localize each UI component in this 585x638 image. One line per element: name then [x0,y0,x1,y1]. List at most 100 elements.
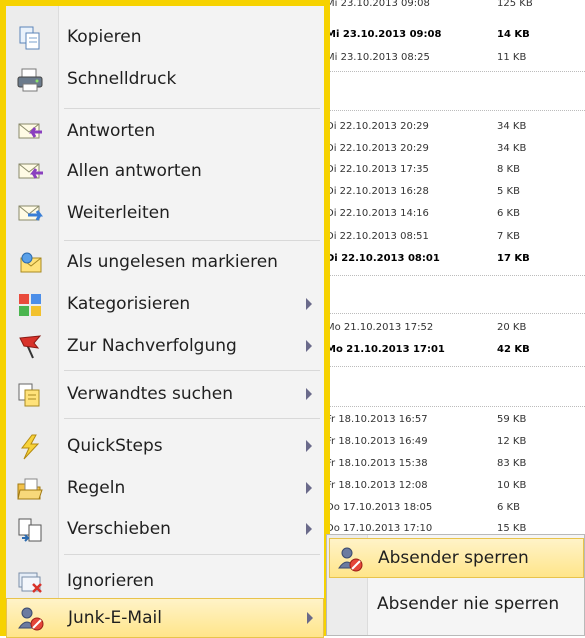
menu-separator [64,108,320,109]
menu-separator [64,418,320,419]
menu-item-als-ungelesen-markieren[interactable]: Als ungelesen markieren [6,243,324,283]
mail-size: 34 KB [497,143,527,154]
mail-row[interactable]: Fr 18.10.2013 16:57 59 KB [320,410,585,432]
mail-row[interactable]: Mo 21.10.2013 17:01 42 KB [320,340,585,362]
divider [320,110,585,111]
mail-row[interactable]: Mi 23.10.2013 08:25 11 KB [320,48,585,70]
mail-date: Di 22.10.2013 20:29 [326,143,429,154]
rules-icon [16,476,44,502]
menu-item-label: Junk-E-Mail [68,608,162,628]
divider [320,71,585,72]
menu-item-label: Allen antworten [67,161,202,181]
mail-row[interactable]: Di 22.10.2013 08:01 17 KB [320,249,585,271]
menu-item-label: Als ungelesen markieren [67,252,278,272]
menu-item-label: Antworten [67,121,156,141]
menu-item-label: Kopieren [67,27,142,47]
submenu-arrow-icon [306,523,312,535]
submenu-arrow-icon [306,388,312,400]
mail-row[interactable]: Fr 18.10.2013 15:38 83 KB [320,454,585,476]
mail-date: Fr 18.10.2013 12:08 [326,480,428,491]
menu-item-antworten[interactable]: Antworten [6,112,324,152]
menu-item-weiterleiten[interactable]: Weiterleiten [6,194,324,234]
printer-icon [16,67,44,93]
mail-date: Di 22.10.2013 08:51 [326,231,429,242]
mail-date: Mo 21.10.2013 17:52 [326,322,434,333]
mail-size: 12 KB [497,436,527,447]
mail-date: Fr 18.10.2013 15:38 [326,458,428,469]
mail-size: 17 KB [497,253,530,264]
submenu-item-absender-nie-sperren[interactable]: Absender nie sperren [329,585,584,625]
mail-size: 125 KB [497,0,533,9]
mail-date: Di 22.10.2013 16:28 [326,186,429,197]
mail-row[interactable]: Di 22.10.2013 20:29 34 KB [320,117,585,139]
mail-size: 20 KB [497,322,527,333]
menu-item-label: Verwandtes suchen [67,384,234,404]
menu-item-verwandtes-suchen[interactable]: Verwandtes suchen [6,375,324,415]
menu-item-verschieben[interactable]: Verschieben [6,510,324,550]
mail-date: Do 17.10.2013 18:05 [326,502,433,513]
find-related-icon [16,382,44,408]
menu-item-label: Regeln [67,478,126,498]
mail-row[interactable]: Do 17.10.2013 18:05 6 KB [320,498,585,520]
mail-size: 34 KB [497,121,527,132]
mail-row[interactable]: Di 22.10.2013 08:51 7 KB [320,227,585,249]
menu-item-label: Ignorieren [67,571,155,591]
mail-date: Fr 18.10.2013 16:57 [326,414,428,425]
menu-item-zur-nachverfolgung[interactable]: Zur Nachverfolgung [6,327,324,367]
mail-date: Di 22.10.2013 14:16 [326,208,429,219]
submenu-item-absender-sperren[interactable]: Absender sperren [329,538,584,578]
categorize-icon [16,292,44,318]
menu-item-label: Schnelldruck [67,69,177,89]
mail-date: Mi 23.10.2013 09:08 [326,0,430,9]
context-menu: Kopieren Schnelldruck Antworten Allen an… [0,0,330,638]
menu-item-kategorisieren[interactable]: Kategorisieren [6,285,324,325]
divider [320,406,585,407]
mail-size: 5 KB [497,186,520,197]
mail-size: 15 KB [497,523,527,534]
junk-mail-icon [17,606,45,632]
ignore-icon [16,569,44,595]
menu-item-label: Weiterleiten [67,203,170,223]
submenu-arrow-icon [306,340,312,352]
mail-date: Mo 21.10.2013 17:01 [326,344,445,355]
mail-row[interactable]: Di 22.10.2013 16:28 5 KB [320,182,585,204]
mail-size: 10 KB [497,480,527,491]
menu-item-ignorieren[interactable]: Ignorieren [6,562,324,602]
copy-icon [16,25,44,51]
menu-item-regeln[interactable]: Regeln [6,469,324,509]
forward-icon [16,201,44,227]
mail-row[interactable]: Fr 18.10.2013 16:49 12 KB [320,432,585,454]
menu-item-label: QuickSteps [67,436,163,456]
mail-size: 6 KB [497,208,520,219]
mail-row[interactable]: Di 22.10.2013 14:16 6 KB [320,204,585,226]
mark-unread-icon [16,250,44,276]
divider [320,366,585,367]
mail-size: 11 KB [497,52,527,63]
mail-date: Do 17.10.2013 17:10 [326,523,433,534]
menu-item-junk-e-mail[interactable]: Junk-E-Mail [6,598,324,638]
submenu-item-label: Absender sperren [378,548,529,568]
block-sender-icon [336,545,364,573]
submenu-arrow-icon [306,298,312,310]
menu-item-schnelldruck[interactable]: Schnelldruck [6,60,324,100]
mail-date: Fr 18.10.2013 16:49 [326,436,428,447]
submenu-arrow-icon [306,440,312,452]
mail-size: 6 KB [497,502,520,513]
reply-icon [16,119,44,145]
menu-separator [64,240,320,241]
menu-item-quicksteps[interactable]: QuickSteps [6,427,324,467]
mail-row[interactable]: Mi 23.10.2013 09:08 125 KB [320,0,585,22]
junk-mail-submenu: Absender sperren Absender nie sperren [326,534,585,636]
menu-item-label: Verschieben [67,519,171,539]
mail-row[interactable]: Di 22.10.2013 17:35 8 KB [320,160,585,182]
mail-size: 8 KB [497,164,520,175]
menu-item-allen-antworten[interactable]: Allen antworten [6,152,324,192]
mail-row[interactable]: Fr 18.10.2013 12:08 10 KB [320,476,585,498]
mail-row[interactable]: Di 22.10.2013 20:29 34 KB [320,139,585,161]
mail-row[interactable]: Mi 23.10.2013 09:08 14 KB [320,25,585,47]
reply-all-icon [16,159,44,185]
divider [320,313,585,314]
mail-size: 59 KB [497,414,527,425]
mail-row[interactable]: Mo 21.10.2013 17:52 20 KB [320,318,585,340]
menu-item-kopieren[interactable]: Kopieren [6,18,324,58]
